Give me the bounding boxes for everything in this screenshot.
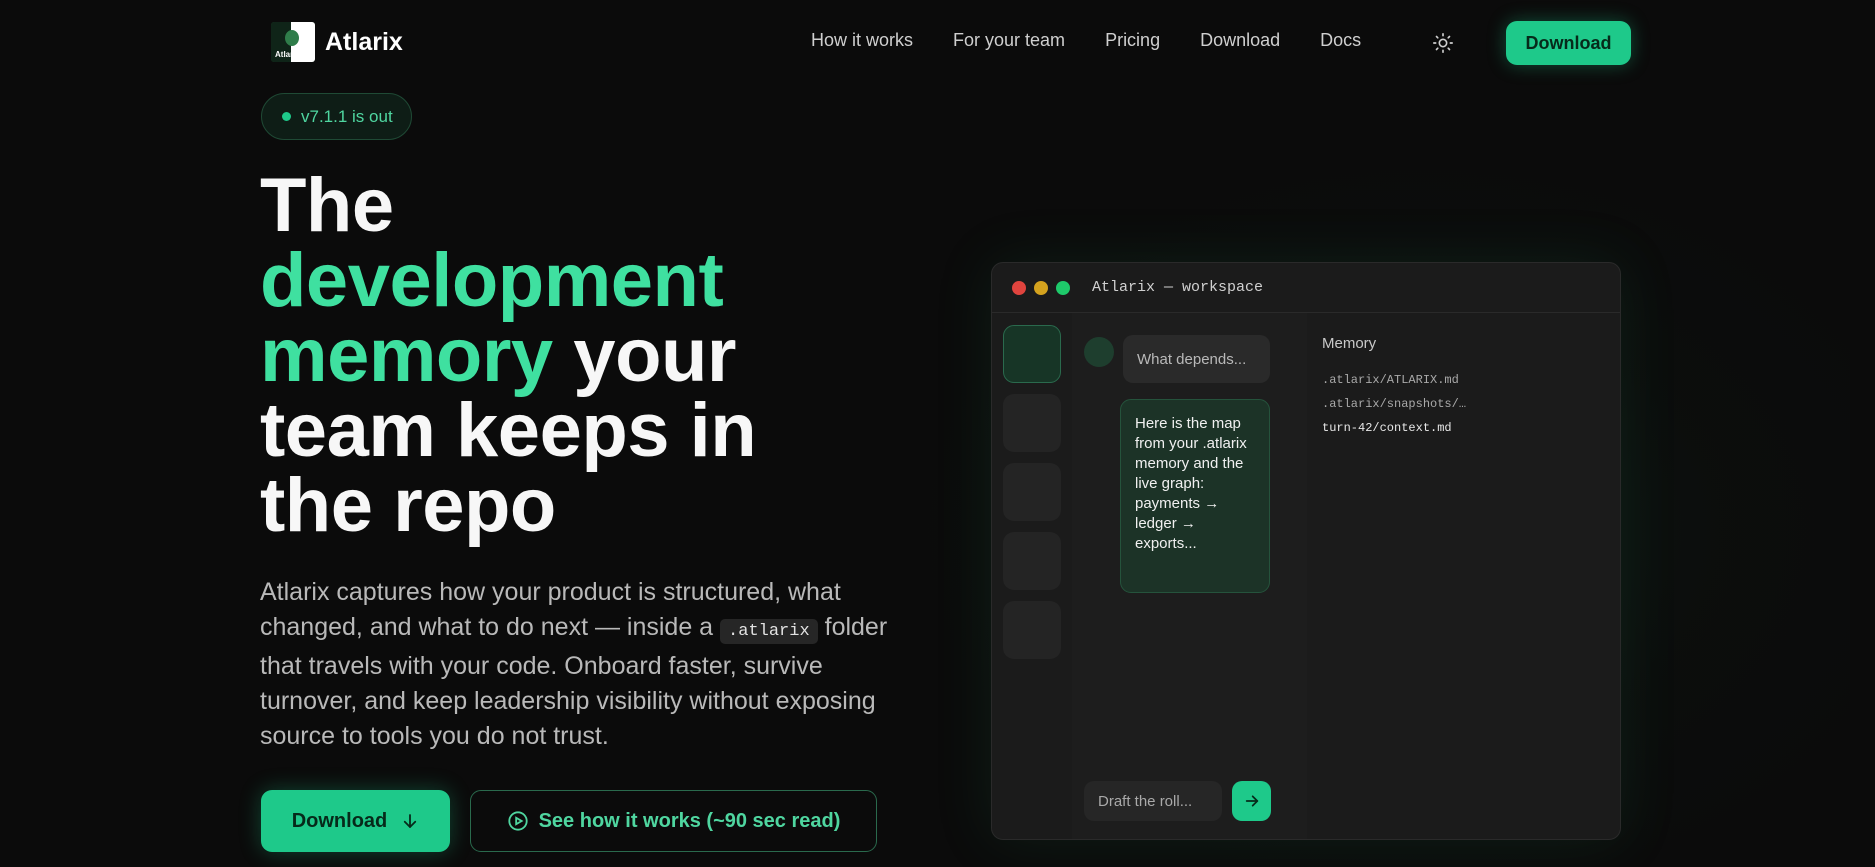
rail-item[interactable] — [1003, 394, 1061, 452]
rail-item[interactable] — [1003, 325, 1061, 383]
atlarix-folder-code: .atlarix — [720, 619, 818, 644]
window-titlebar: Atlarix — workspace — [992, 263, 1620, 313]
memory-file[interactable]: .atlarix/snapshots/… — [1322, 392, 1612, 416]
top-nav: Atlarix Atlarix How it works For your te… — [0, 0, 1875, 86]
workspace-rail — [1003, 325, 1061, 670]
assistant-message: Here is the map from your .atlarix memor… — [1120, 399, 1270, 593]
brand-logo[interactable]: Atlarix Atlarix — [271, 22, 403, 62]
maximize-dot-icon — [1056, 280, 1070, 295]
hero-title: The development memory your team keeps i… — [260, 163, 757, 548]
window-title: Atlarix — workspace — [1092, 279, 1264, 296]
status-dot-icon — [282, 112, 291, 121]
arrow-right-icon — [1245, 795, 1258, 807]
play-circle-icon — [507, 811, 528, 831]
logo-icon: Atlarix — [271, 22, 315, 62]
chat-input[interactable]: Draft the roll... — [1084, 781, 1222, 821]
user-message: What depends... — [1123, 335, 1270, 383]
memory-file[interactable]: .atlarix/ATLARIX.md — [1322, 368, 1612, 392]
avatar — [1084, 337, 1114, 367]
hero-description: Atlarix captures how your product is str… — [260, 578, 888, 750]
rail-item[interactable] — [1003, 463, 1061, 521]
minimize-dot-icon — [1034, 280, 1048, 295]
nav-link-pricing[interactable]: Pricing — [1105, 30, 1160, 51]
rail-item[interactable] — [1003, 532, 1061, 590]
close-dot-icon — [1012, 280, 1026, 295]
nav-link-how-it-works[interactable]: How it works — [811, 30, 913, 51]
nav-link-download[interactable]: Download — [1200, 30, 1280, 51]
rail-item[interactable] — [1003, 601, 1061, 659]
nav-link-for-your-team[interactable]: For your team — [953, 30, 1065, 51]
memory-title: Memory — [1322, 335, 1377, 352]
see-how-it-works-button[interactable]: See how it works (~90 sec read) — [470, 790, 877, 852]
download-button-hero[interactable]: Download — [261, 790, 450, 852]
arrow-down-icon — [404, 814, 417, 828]
version-badge[interactable]: v7.1.1 is out — [261, 93, 412, 140]
theme-toggle-button[interactable] — [1431, 31, 1455, 55]
nav-links: How it works For your team Pricing Downl… — [811, 30, 1361, 51]
memory-file[interactable]: turn-42/context.md — [1322, 416, 1612, 440]
nav-link-docs[interactable]: Docs — [1320, 30, 1361, 51]
send-button[interactable] — [1232, 781, 1271, 821]
download-button-header[interactable]: Download — [1506, 21, 1631, 65]
workspace-window: Atlarix — workspace What depends... Here… — [991, 262, 1621, 840]
memory-panel: Memory .atlarix/ATLARIX.md .atlarix/snap… — [1322, 335, 1612, 440]
chat-panel: What depends... Here is the map from you… — [1072, 313, 1307, 839]
brand-name: Atlarix — [325, 27, 403, 56]
version-badge-text: v7.1.1 is out — [301, 106, 393, 126]
sun-icon — [1433, 33, 1453, 53]
